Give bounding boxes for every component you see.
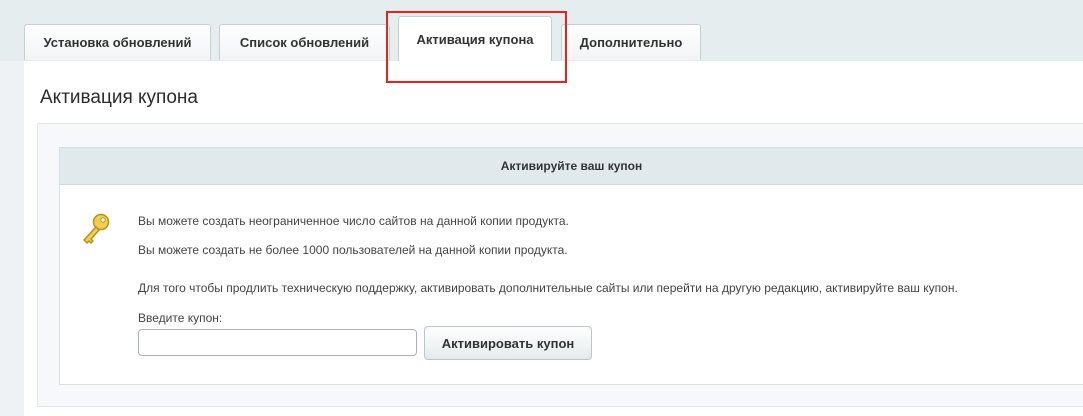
- coupon-label: Введите купон:: [138, 311, 223, 325]
- card-header: Активируйте ваш купон: [60, 148, 1083, 185]
- activate-coupon-button[interactable]: Активировать купон: [424, 326, 592, 360]
- key-icon: [83, 213, 110, 244]
- info-line-users: Вы можете создать не более 1000 пользова…: [138, 243, 568, 257]
- page-title: Активация купона: [40, 87, 198, 108]
- tab-additional[interactable]: Дополнительно: [561, 24, 701, 60]
- tab-bar: Установка обновлений Список обновлений А…: [0, 0, 1083, 61]
- coupon-input[interactable]: [138, 329, 417, 356]
- tab-coupon-activation[interactable]: Активация купона: [398, 16, 552, 61]
- info-line-activate: Для того чтобы продлить техническую подд…: [138, 281, 958, 295]
- info-line-sites: Вы можете создать неограниченное число с…: [138, 214, 569, 228]
- tab-install-updates[interactable]: Установка обновлений: [24, 24, 211, 60]
- tab-updates-list[interactable]: Список обновлений: [219, 24, 390, 60]
